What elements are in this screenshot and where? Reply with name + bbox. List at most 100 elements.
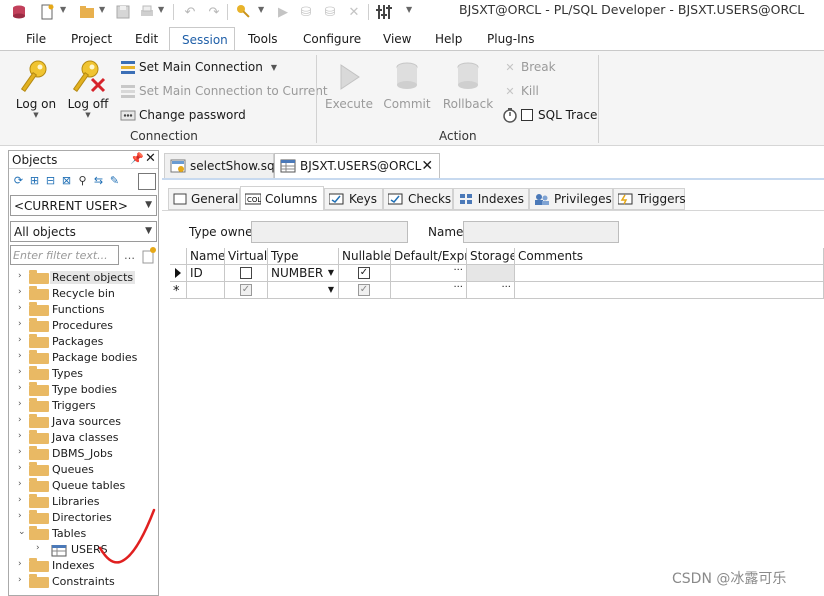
menu-view[interactable]: View (383, 32, 411, 46)
chevron-right-icon[interactable]: › (18, 399, 22, 409)
column-header-default[interactable]: Default/Expr. (391, 248, 467, 265)
cell-virtual[interactable] (225, 265, 268, 282)
column-header-comments[interactable]: Comments (515, 248, 824, 265)
chevron-right-icon[interactable]: › (18, 383, 22, 393)
chevron-right-icon[interactable]: › (18, 431, 22, 441)
cell-default[interactable]: ··· (391, 265, 467, 282)
print-icon[interactable] (138, 3, 156, 21)
refresh-icon[interactable]: ⟳ (12, 174, 25, 187)
chevron-right-icon[interactable]: › (18, 271, 22, 281)
column-header-nullable[interactable]: Nullable (339, 248, 391, 265)
execute-button[interactable]: Execute (322, 57, 376, 127)
tree-item[interactable]: › Queues (9, 462, 158, 478)
menu-plugins[interactable]: Plug-Ins (487, 32, 535, 46)
chevron-right-icon[interactable]: › (18, 575, 22, 585)
tree-item[interactable]: › Java sources (9, 414, 158, 430)
cell-storage[interactable] (467, 265, 515, 282)
menu-file[interactable]: File (26, 32, 46, 46)
redo-icon[interactable]: ↷ (205, 3, 223, 21)
tree-item[interactable]: › Types (9, 366, 158, 382)
cell-default[interactable]: ··· (391, 282, 467, 299)
tab-columns[interactable]: COL Columns (240, 186, 324, 210)
user-combo[interactable]: <CURRENT USER> ▼ (10, 195, 157, 216)
virtual-checkbox[interactable]: ✓ (240, 284, 252, 296)
menu-configure[interactable]: Configure (303, 32, 361, 46)
tab-checks[interactable]: Checks (383, 188, 453, 210)
ellipsis-icon[interactable]: ··· (453, 265, 463, 276)
cell-nullable[interactable]: ✓ (339, 282, 391, 299)
save-icon[interactable] (114, 3, 132, 21)
ellipsis-icon[interactable]: ··· (453, 282, 463, 293)
tree-item[interactable]: › Procedures (9, 318, 158, 334)
cell-storage[interactable]: ··· (467, 282, 515, 299)
chevron-right-icon[interactable]: › (18, 463, 22, 473)
tab-select-show-sql[interactable]: selectShow.sql (164, 153, 278, 178)
cell-type[interactable]: NUMBER ▼ (268, 265, 339, 282)
chevron-right-icon[interactable]: › (18, 367, 22, 377)
open-folder-icon[interactable] (78, 3, 96, 21)
color-picker-box[interactable] (138, 173, 156, 190)
execute-icon[interactable]: ▶ (274, 3, 292, 21)
chevron-right-icon[interactable]: › (18, 415, 22, 425)
type-owner-field[interactable] (251, 221, 408, 243)
menu-session[interactable]: Session (169, 27, 235, 51)
close-icon[interactable]: ✕ (145, 151, 156, 166)
set-main-connection-button[interactable]: Set Main Connection ▼ (120, 57, 277, 77)
commit-icon[interactable]: ⛁ (297, 3, 315, 21)
tree-item[interactable]: › Recent objects (9, 270, 158, 286)
tab-privileges[interactable]: Privileges (529, 188, 613, 210)
chevron-right-icon[interactable]: › (18, 319, 22, 329)
tree-item[interactable]: › Triggers (9, 398, 158, 414)
row-indicator[interactable]: * (170, 282, 187, 299)
chevron-right-icon[interactable]: › (18, 335, 22, 345)
chevron-right-icon[interactable]: › (18, 351, 22, 361)
cell-nullable[interactable]: ✓ (339, 265, 391, 282)
chevron-right-icon[interactable]: › (18, 559, 22, 569)
column-header-name[interactable]: Name (187, 248, 225, 265)
expand-icon[interactable]: ⊞ (28, 174, 41, 187)
cell-comments[interactable] (515, 265, 824, 282)
tab-triggers[interactable]: Triggers (613, 188, 686, 210)
pin-icon[interactable]: 📌 (130, 152, 144, 165)
name-field[interactable] (463, 221, 619, 243)
quick-access-dropdown-icon[interactable]: ▼ (406, 5, 412, 14)
compare-icon[interactable]: ⇆ (92, 174, 105, 187)
cell-name[interactable] (187, 282, 225, 299)
filter-edit-icon[interactable]: ✎ (108, 174, 121, 187)
chevron-right-icon[interactable]: › (18, 479, 22, 489)
tree-item[interactable]: › Type bodies (9, 382, 158, 398)
cell-name[interactable]: ID (187, 265, 225, 282)
tree-item[interactable]: › Recycle bin (9, 286, 158, 302)
column-header-type[interactable]: Type (268, 248, 339, 265)
tree-item[interactable]: › Packages (9, 334, 158, 350)
new-object-icon[interactable]: ⊠ (60, 174, 73, 187)
new-filter-icon[interactable] (141, 245, 157, 265)
rollback-icon[interactable]: ⛁ (321, 3, 339, 21)
cell-virtual[interactable]: ✓ (225, 282, 268, 299)
rollback-button[interactable]: Rollback (441, 57, 495, 127)
chevron-right-icon[interactable]: › (18, 495, 22, 505)
object-filter-combo[interactable]: All objects ▼ (10, 221, 157, 242)
set-main-to-current-button[interactable]: Set Main Connection to Current (120, 81, 328, 101)
key-icon[interactable] (235, 3, 253, 21)
column-header-storage[interactable]: Storage (467, 248, 515, 265)
close-tab-icon[interactable]: ✕ (421, 158, 433, 174)
change-password-button[interactable]: Change password (120, 105, 246, 125)
menu-edit[interactable]: Edit (135, 32, 158, 46)
new-icon[interactable] (38, 3, 56, 21)
chevron-down-icon[interactable]: ⌄ (18, 527, 26, 537)
chevron-right-icon[interactable]: › (18, 511, 22, 521)
sql-trace-checkbox[interactable] (521, 109, 533, 121)
log-on-button[interactable]: Log on ▼ (10, 57, 62, 127)
filter-apply-button[interactable]: … (123, 245, 141, 265)
find-icon[interactable]: ⚲ (76, 174, 89, 187)
row-indicator[interactable] (170, 265, 187, 282)
menu-project[interactable]: Project (71, 32, 112, 46)
chevron-right-icon[interactable]: › (36, 543, 40, 553)
tab-bjsxt-users[interactable]: BJSXT.USERS@ORCL ✕ (274, 153, 440, 178)
key-dropdown-icon[interactable]: ▼ (258, 5, 264, 14)
filter-input[interactable]: Enter filter text... (10, 245, 119, 265)
sql-trace-toggle[interactable]: SQL Trace (502, 105, 597, 125)
column-header-virtual[interactable]: Virtual (225, 248, 268, 265)
log-off-button[interactable]: Log off ▼ (62, 57, 114, 127)
